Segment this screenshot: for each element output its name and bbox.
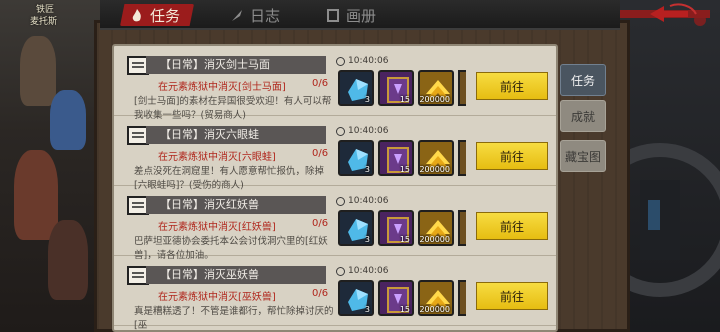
reward-list: 3 15 8200000 [338, 210, 466, 246]
reward-item[interactable]: 3 [338, 70, 374, 106]
npc-name-label: 麦托斯 [30, 17, 58, 27]
reward-qty: 15 [399, 95, 410, 104]
tab-album[interactable]: 画册 [326, 4, 376, 26]
quest-timer: 10:40:06 [336, 266, 388, 276]
clock-icon [336, 56, 345, 66]
quest-timer: 10:40:06 [336, 126, 388, 136]
tab-label: 任务 [150, 6, 181, 25]
quest-progress: 0/6 [312, 218, 329, 229]
reward-qty: 3 [364, 235, 370, 244]
timer-text: 10:40:06 [348, 126, 389, 136]
tab-quest[interactable]: 任务 [120, 4, 195, 26]
reward-item[interactable]: 3 [338, 210, 374, 246]
scene-left: 铁匠 麦托斯 [0, 0, 100, 332]
back-arrow-icon [650, 3, 697, 22]
reward-item[interactable]: 15 [378, 280, 414, 316]
quest-target: 在元素炼狱中消灭[剑士马面] [158, 82, 286, 93]
npc-character [20, 36, 56, 106]
reward-item-partial [458, 70, 466, 106]
reward-list: 3 15 8200000 [338, 70, 466, 106]
quest-timer: 10:40:06 [336, 56, 388, 66]
tab-label: 日志 [250, 6, 281, 25]
reward-item[interactable]: 8200000 [418, 280, 454, 316]
reward-list: 3 15 8200000 [338, 280, 466, 316]
reward-item[interactable]: 15 [378, 70, 414, 106]
quest-row: 【日常】消灭巫妖兽 在元素炼狱中消灭[巫妖兽] 0/6 真是糟糕透了！不管是谁都… [114, 258, 556, 330]
quest-row: 【日常】消灭六眼蛙 在元素炼狱中消灭[六眼蛙] 0/6 差点没死在洞窟里！有人愿… [114, 118, 556, 191]
go-button[interactable]: 前往 [476, 212, 548, 240]
reward-qty: 8200000 [419, 305, 450, 314]
reward-qty: 15 [399, 165, 410, 174]
reward-qty: 8200000 [419, 235, 450, 244]
reward-qty: 15 [399, 235, 410, 244]
book-icon [326, 8, 340, 22]
quest-target: 在元素炼狱中消灭[红妖兽] [158, 222, 276, 233]
timer-text: 10:40:06 [348, 196, 389, 206]
clock-icon [336, 266, 345, 276]
flame-icon [130, 8, 144, 22]
reward-item-partial [458, 280, 466, 316]
go-button[interactable]: 前往 [476, 142, 548, 170]
top-tab-bar: 任务 日志 画册 [100, 0, 697, 30]
reward-list: 3 15 8200000 [338, 140, 466, 176]
timer-text: 10:40:06 [348, 56, 389, 66]
quest-target: 在元素炼狱中消灭[六眼蛙] [158, 152, 276, 163]
reward-item[interactable]: 3 [338, 280, 374, 316]
feather-icon [230, 8, 244, 22]
clock-icon [336, 126, 345, 136]
quest-row: 【日常】消灭红妖兽 在元素炼狱中消灭[红妖兽] 0/6 巴萨坦亚德协会委托本公会… [114, 188, 556, 261]
quest-progress: 0/6 [312, 78, 329, 89]
npc-character [48, 220, 88, 300]
tab-log[interactable]: 日志 [230, 4, 280, 26]
quest-list[interactable]: 【日常】消灭剑士马面 在元素炼狱中消灭[剑士马面] 0/6 [剑士马面]的素材在… [112, 44, 558, 332]
game-screen: 铁匠 麦托斯 任务 日志 画册 任务 成就 藏宝图 【日常】消灭剑士马面 在元素… [0, 0, 720, 332]
reward-item[interactable]: 3 [338, 140, 374, 176]
reward-qty: 8200000 [419, 95, 450, 104]
reward-qty: 3 [364, 305, 370, 314]
reward-item[interactable]: 8200000 [418, 210, 454, 246]
quest-row: 【日常】消灭剑士马面 在元素炼狱中消灭[剑士马面] 0/6 [剑士马面]的素材在… [114, 48, 556, 121]
reward-qty: 15 [399, 305, 410, 314]
go-button[interactable]: 前往 [476, 72, 548, 100]
quest-title: 【日常】消灭红妖兽 [146, 196, 326, 214]
tab-label: 画册 [346, 6, 377, 25]
quest-progress: 0/6 [312, 288, 329, 299]
reward-qty: 3 [364, 165, 370, 174]
quest-timer: 10:40:06 [336, 196, 388, 206]
reward-item[interactable]: 15 [378, 140, 414, 176]
clock-icon [336, 196, 345, 206]
reward-item[interactable]: 8200000 [418, 140, 454, 176]
side-tab-quest[interactable]: 任务 [560, 64, 606, 96]
quest-title: 【日常】消灭六眼蛙 [146, 126, 326, 144]
reward-qty: 8200000 [419, 165, 450, 174]
quest-progress: 0/6 [312, 148, 329, 159]
reward-qty: 3 [364, 95, 370, 104]
quest-description: 真是糟糕透了！不管是谁都行，帮忙除掉讨厌的[巫 [134, 306, 334, 331]
go-button[interactable]: 前往 [476, 282, 548, 310]
reward-item-partial [458, 210, 466, 246]
side-tab-achievement[interactable]: 成就 [560, 100, 606, 132]
quest-title: 【日常】消灭剑士马面 [146, 56, 326, 74]
timer-text: 10:40:06 [348, 266, 389, 276]
quest-target: 在元素炼狱中消灭[巫妖兽] [158, 292, 276, 303]
reward-item[interactable]: 15 [378, 210, 414, 246]
npc-character [50, 90, 86, 150]
back-button[interactable] [640, 2, 700, 26]
reward-item[interactable]: 8200000 [418, 70, 454, 106]
reward-item-partial [458, 140, 466, 176]
quest-title: 【日常】消灭巫妖兽 [146, 266, 326, 284]
npc-character [14, 150, 58, 240]
side-tab-treasure-map[interactable]: 藏宝图 [560, 140, 606, 172]
